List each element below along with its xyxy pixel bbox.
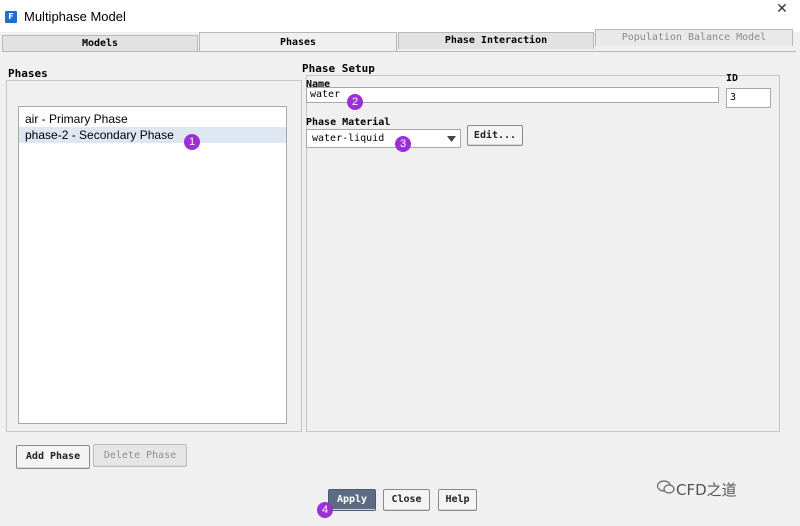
delete-phase-button[interactable]: Delete Phase xyxy=(93,444,187,467)
tab-divider xyxy=(2,51,796,52)
multiphase-model-dialog: F Multiphase Model ✕ Models Phases Phase… xyxy=(0,0,800,526)
annotation-badge-4: 4 xyxy=(317,502,333,518)
phase-material-select[interactable]: water-liquid xyxy=(306,129,461,148)
name-field[interactable]: water xyxy=(306,87,719,103)
tab-models[interactable]: Models xyxy=(2,35,198,52)
annotation-badge-1: 1 xyxy=(184,134,200,150)
window-title: Multiphase Model xyxy=(24,9,126,24)
wechat-logo-icon xyxy=(657,480,675,494)
watermark-text: CFD之道 xyxy=(676,481,737,499)
fluent-app-icon: F xyxy=(5,11,17,23)
close-icon[interactable]: ✕ xyxy=(772,2,792,16)
phase-setup-section-title: Phase Setup xyxy=(302,62,375,75)
phase-material-value: water-liquid xyxy=(312,133,385,144)
add-phase-button[interactable]: Add Phase xyxy=(16,445,90,469)
title-bar: F Multiphase Model ✕ xyxy=(0,0,800,32)
apply-button[interactable]: Apply xyxy=(328,489,376,511)
close-button[interactable]: Close xyxy=(383,489,430,511)
id-field[interactable]: 3 xyxy=(726,88,771,108)
tab-phase-interaction[interactable]: Phase Interaction xyxy=(398,32,594,49)
tab-population-balance-model[interactable]: Population Balance Model xyxy=(595,29,793,46)
id-label: ID xyxy=(726,73,739,84)
chevron-down-icon xyxy=(447,136,456,142)
phases-section-title: Phases xyxy=(8,67,48,80)
annotation-badge-2: 2 xyxy=(347,94,363,110)
list-item-air[interactable]: air - Primary Phase xyxy=(19,111,286,127)
list-item-phase-2[interactable]: phase-2 - Secondary Phase xyxy=(19,127,286,143)
phase-material-label: Phase Material xyxy=(306,117,391,128)
annotation-badge-3: 3 xyxy=(395,136,411,152)
help-button[interactable]: Help xyxy=(438,489,477,511)
edit-material-button[interactable]: Edit... xyxy=(467,125,523,146)
phases-list[interactable]: air - Primary Phase phase-2 - Secondary … xyxy=(18,106,287,424)
tab-phases[interactable]: Phases xyxy=(199,32,397,52)
